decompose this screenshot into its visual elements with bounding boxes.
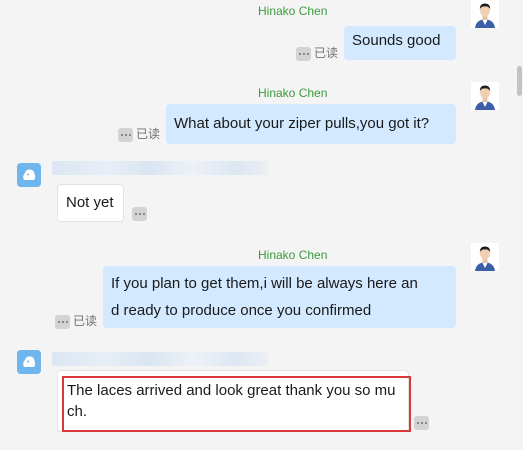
avatar[interactable] (17, 163, 41, 187)
scrollbar[interactable] (517, 0, 523, 450)
message-bubble-outgoing[interactable]: What about your ziper pulls,you got it? (166, 104, 456, 144)
read-status-label: 已读 (314, 46, 339, 60)
person-avatar-icon (471, 82, 499, 110)
read-status: 已读 (55, 313, 97, 329)
contact-name-blurred (52, 352, 268, 366)
read-status: 已读 (296, 45, 338, 61)
more-options-icon[interactable] (414, 416, 429, 430)
more-options-icon[interactable] (296, 46, 311, 61)
contact-avatar-icon (17, 350, 41, 374)
message-text-line: The laces arrived and look great thank y… (67, 382, 396, 399)
avatar[interactable] (17, 350, 41, 374)
message-bubble-outgoing[interactable]: Sounds good (344, 26, 456, 60)
avatar[interactable] (471, 243, 499, 271)
contact-avatar-icon (17, 163, 41, 187)
message-text-line: ch. (67, 403, 88, 420)
person-avatar-icon (471, 243, 499, 271)
more-options-icon[interactable] (55, 314, 70, 329)
contact-name-blurred (52, 161, 268, 175)
more-options-icon[interactable] (118, 127, 133, 142)
avatar[interactable] (471, 0, 499, 28)
message-text: What about your ziper pulls,you got it? (174, 115, 430, 132)
message-text-line: d ready to produce once you confirmed (111, 302, 372, 319)
message-text: Sounds good (352, 32, 441, 49)
sender-name: Hinako Chen (258, 4, 328, 18)
message-text-line: If you plan to get them,i will be always… (111, 275, 418, 292)
avatar[interactable] (471, 82, 499, 110)
message-text: Not yet (66, 194, 114, 211)
message-text: The laces arrived and look great thank y… (67, 380, 407, 422)
message-bubble-incoming[interactable]: Not yet (57, 184, 124, 222)
read-status-label: 已读 (136, 127, 161, 141)
sender-name: Hinako Chen (258, 248, 328, 262)
scrollbar-thumb[interactable] (517, 66, 522, 96)
chat-window: Hinako Chen Sounds good 已读 Hinako Chen W… (0, 0, 523, 450)
read-status: 已读 (118, 126, 160, 142)
more-options-icon[interactable] (132, 207, 147, 221)
read-status-label: 已读 (73, 314, 98, 328)
message-bubble-outgoing[interactable]: If you plan to get them,i will be always… (103, 266, 456, 328)
sender-name: Hinako Chen (258, 86, 328, 100)
person-avatar-icon (471, 0, 499, 28)
